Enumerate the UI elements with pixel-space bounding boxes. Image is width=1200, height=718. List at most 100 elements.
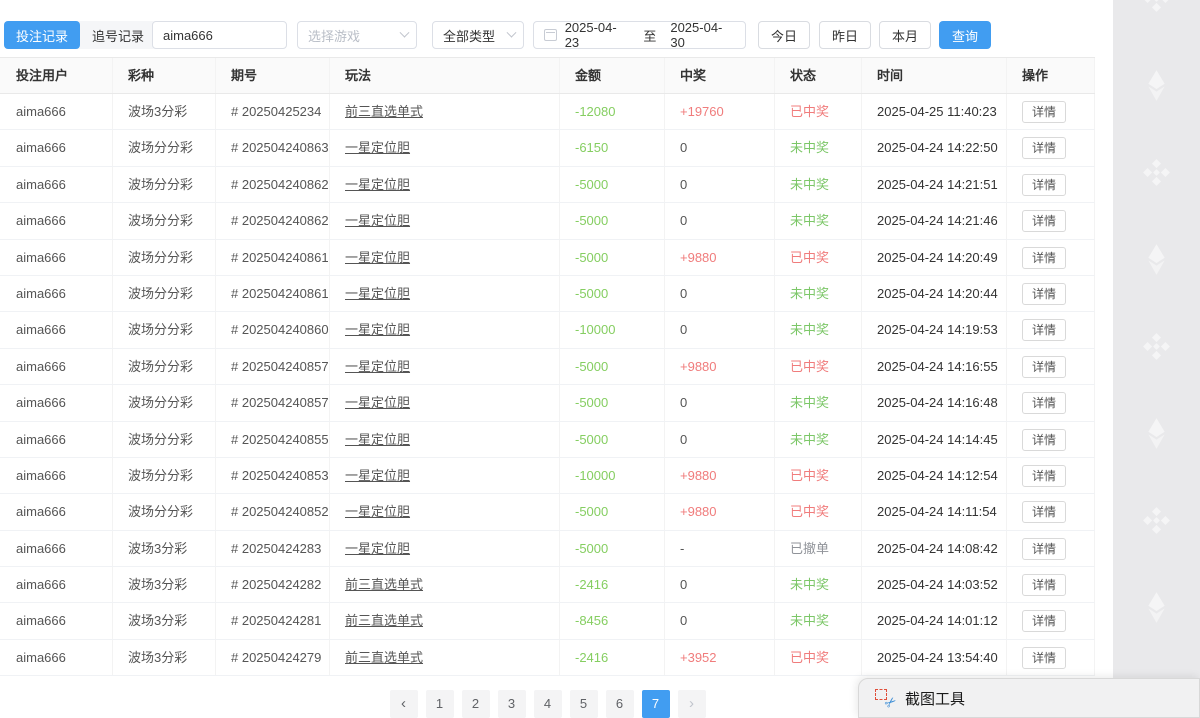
background-strip xyxy=(1113,0,1200,718)
type-select[interactable]: 全部类型 xyxy=(432,21,524,49)
detail-button[interactable]: 详情 xyxy=(1022,247,1066,269)
play-link[interactable]: 一星定位胆 xyxy=(345,504,410,519)
page-button-5[interactable]: 5 xyxy=(570,690,598,718)
detail-button[interactable]: 详情 xyxy=(1022,501,1066,523)
cell-issue: # 202504240861 xyxy=(216,276,330,311)
cell-win: 0 xyxy=(665,603,775,638)
cell-win: 0 xyxy=(665,130,775,165)
cell-time: 2025-04-24 14:19:53 xyxy=(862,312,1007,347)
play-link[interactable]: 一星定位胆 xyxy=(345,541,410,556)
ethereum-watermark-icon xyxy=(1139,242,1174,277)
cell-win: 0 xyxy=(665,385,775,420)
page-button-7[interactable]: 7 xyxy=(642,690,670,718)
play-link[interactable]: 一星定位胆 xyxy=(345,140,410,155)
cell-issue: # 20250424282 xyxy=(216,567,330,602)
cell-play: 一星定位胆 xyxy=(330,385,560,420)
tab-chase-records[interactable]: 追号记录 xyxy=(80,21,156,49)
play-link[interactable]: 一星定位胆 xyxy=(345,213,410,228)
column-header-6: 状态 xyxy=(775,58,862,93)
play-link[interactable]: 一星定位胆 xyxy=(345,177,410,192)
table-row: aima666波场分分彩# 202504240857一星定位胆-50000未中奖… xyxy=(0,385,1095,421)
play-link[interactable]: 前三直选单式 xyxy=(345,104,423,119)
search-button[interactable]: 查询 xyxy=(939,21,991,49)
cell-win: +9880 xyxy=(665,240,775,275)
cell-time: 2025-04-24 13:54:40 xyxy=(862,640,1007,675)
cell-user: aima666 xyxy=(0,640,113,675)
cell-win: +19760 xyxy=(665,94,775,129)
detail-button[interactable]: 详情 xyxy=(1022,319,1066,341)
cell-issue: # 20250425234 xyxy=(216,94,330,129)
table-header-row: 投注用户彩种期号玩法金额中奖状态时间操作 xyxy=(0,57,1095,94)
cell-amount: -5000 xyxy=(560,349,665,384)
detail-button[interactable]: 详情 xyxy=(1022,574,1066,596)
column-header-8: 操作 xyxy=(1007,58,1095,93)
username-input[interactable] xyxy=(152,21,287,49)
cell-issue: # 202504240862 xyxy=(216,167,330,202)
detail-button[interactable]: 详情 xyxy=(1022,356,1066,378)
cell-amount: -5000 xyxy=(560,167,665,202)
play-link[interactable]: 一星定位胆 xyxy=(345,359,410,374)
detail-button[interactable]: 详情 xyxy=(1022,174,1066,196)
cell-issue: # 202504240852 xyxy=(216,494,330,529)
records-table: 投注用户彩种期号玩法金额中奖状态时间操作 aima666波场3分彩# 20250… xyxy=(0,57,1095,676)
screenshot-tool-label: 截图工具 xyxy=(905,688,965,709)
play-link[interactable]: 一星定位胆 xyxy=(345,395,410,410)
page-button-1[interactable]: 1 xyxy=(426,690,454,718)
detail-button[interactable]: 详情 xyxy=(1022,538,1066,560)
play-link[interactable]: 前三直选单式 xyxy=(345,577,423,592)
cell-time: 2025-04-24 14:03:52 xyxy=(862,567,1007,602)
cell-time: 2025-04-24 14:21:46 xyxy=(862,203,1007,238)
cell-lottery: 波场分分彩 xyxy=(113,385,216,420)
cell-status: 未中奖 xyxy=(775,567,862,602)
detail-button[interactable]: 详情 xyxy=(1022,647,1066,669)
table-row: aima666波场分分彩# 202504240852一星定位胆-5000+988… xyxy=(0,494,1095,530)
tab-bet-records[interactable]: 投注记录 xyxy=(4,21,80,49)
prev-page-button[interactable]: ‹ xyxy=(390,690,418,718)
cell-win: +3952 xyxy=(665,640,775,675)
table-row: aima666波场分分彩# 202504240857一星定位胆-5000+988… xyxy=(0,349,1095,385)
page-button-2[interactable]: 2 xyxy=(462,690,490,718)
cell-action: 详情 xyxy=(1007,640,1095,675)
cell-amount: -12080 xyxy=(560,94,665,129)
play-link[interactable]: 一星定位胆 xyxy=(345,322,410,337)
cell-status: 未中奖 xyxy=(775,130,862,165)
cell-play: 前三直选单式 xyxy=(330,603,560,638)
play-link[interactable]: 前三直选单式 xyxy=(345,650,423,665)
detail-button[interactable]: 详情 xyxy=(1022,610,1066,632)
cell-play: 一星定位胆 xyxy=(330,422,560,457)
next-page-button[interactable]: › xyxy=(678,690,706,718)
play-link[interactable]: 一星定位胆 xyxy=(345,286,410,301)
detail-button[interactable]: 详情 xyxy=(1022,283,1066,305)
detail-button[interactable]: 详情 xyxy=(1022,101,1066,123)
cell-status: 未中奖 xyxy=(775,312,862,347)
page-button-4[interactable]: 4 xyxy=(534,690,562,718)
play-link[interactable]: 一星定位胆 xyxy=(345,432,410,447)
page-button-3[interactable]: 3 xyxy=(498,690,526,718)
column-header-4: 金额 xyxy=(560,58,665,93)
cell-win: 0 xyxy=(665,312,775,347)
screenshot-tool-popup[interactable]: ✂ 截图工具 xyxy=(858,678,1200,718)
binance-watermark-icon xyxy=(1139,503,1174,538)
binance-watermark-icon xyxy=(1139,155,1174,190)
cell-status: 已中奖 xyxy=(775,494,862,529)
play-link[interactable]: 一星定位胆 xyxy=(345,250,410,265)
game-select[interactable]: 选择游戏 xyxy=(297,21,417,49)
today-button[interactable]: 今日 xyxy=(758,21,810,49)
calendar-icon xyxy=(544,29,557,41)
detail-button[interactable]: 详情 xyxy=(1022,392,1066,414)
cell-issue: # 202504240862 xyxy=(216,203,330,238)
detail-button[interactable]: 详情 xyxy=(1022,137,1066,159)
cell-action: 详情 xyxy=(1007,240,1095,275)
month-button[interactable]: 本月 xyxy=(879,21,931,49)
play-link[interactable]: 一星定位胆 xyxy=(345,468,410,483)
cell-win: 0 xyxy=(665,203,775,238)
page-button-6[interactable]: 6 xyxy=(606,690,634,718)
yesterday-button[interactable]: 昨日 xyxy=(819,21,871,49)
cell-user: aima666 xyxy=(0,567,113,602)
play-link[interactable]: 前三直选单式 xyxy=(345,613,423,628)
date-range-picker[interactable]: 2025-04-23 至 2025-04-30 xyxy=(533,21,746,49)
detail-button[interactable]: 详情 xyxy=(1022,429,1066,451)
cell-status: 未中奖 xyxy=(775,422,862,457)
detail-button[interactable]: 详情 xyxy=(1022,210,1066,232)
detail-button[interactable]: 详情 xyxy=(1022,465,1066,487)
